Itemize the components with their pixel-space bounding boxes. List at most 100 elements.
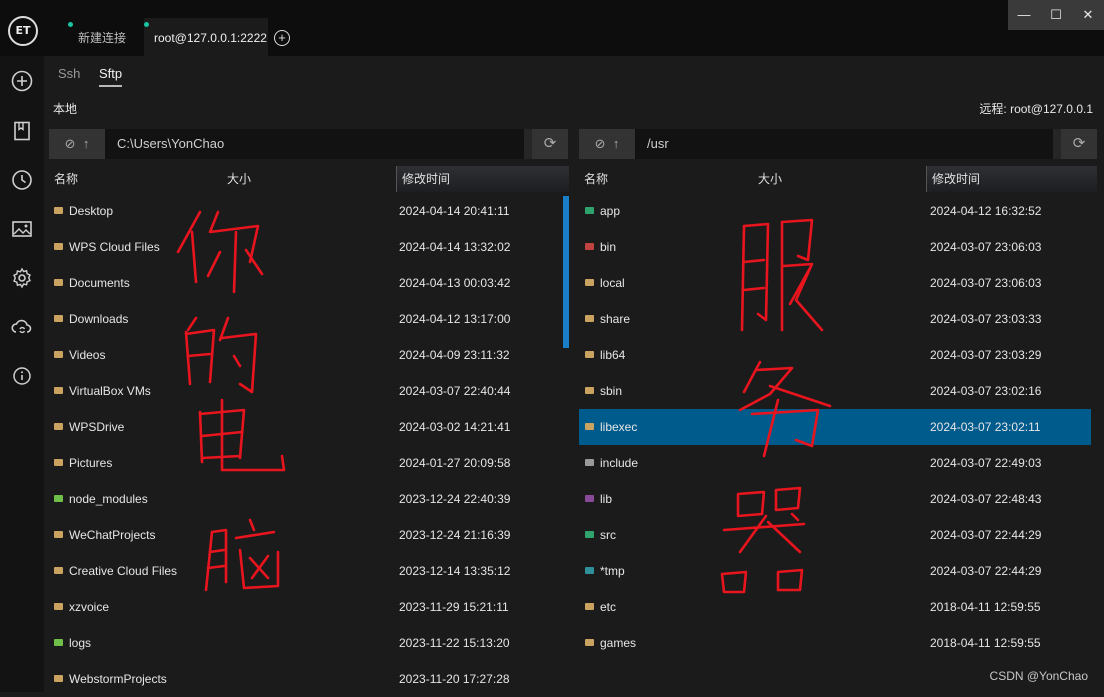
local-file-row[interactable]: Downloads 2024-04-12 13:17:00 xyxy=(48,301,561,337)
folder-icon xyxy=(585,279,594,286)
local-file-row[interactable]: Videos 2024-04-09 23:11:32 xyxy=(48,337,561,373)
remote-file-row[interactable]: etc 2018-04-11 12:59:55 xyxy=(579,589,1091,625)
file-modified-time: 2023-12-24 22:40:39 xyxy=(399,492,511,506)
add-icon[interactable] xyxy=(11,70,33,92)
remote-col-name[interactable]: 名称 xyxy=(584,166,608,192)
file-name: WPS Cloud Files xyxy=(69,240,160,254)
folder-icon xyxy=(585,423,594,430)
remote-file-row[interactable]: lib 2024-03-07 22:48:43 xyxy=(579,481,1091,517)
remote-col-time[interactable]: 修改时间 xyxy=(926,166,1097,192)
local-file-row[interactable]: WPSDrive 2024-03-02 14:21:41 xyxy=(48,409,561,445)
local-file-row[interactable]: xzvoice 2023-11-29 15:21:11 xyxy=(48,589,561,625)
maximize-button[interactable]: ☐ xyxy=(1040,0,1072,30)
remote-refresh-icon[interactable]: ⟳ xyxy=(1061,129,1097,159)
local-file-row[interactable]: logs 2023-11-22 15:13:20 xyxy=(48,625,561,661)
file-name: app xyxy=(600,204,621,218)
file-modified-time: 2024-03-02 14:21:41 xyxy=(399,420,511,434)
bookmark-icon[interactable] xyxy=(11,120,33,142)
file-name: sbin xyxy=(600,384,623,398)
file-modified-time: 2024-03-07 23:06:03 xyxy=(930,276,1042,290)
local-col-size[interactable]: 大小 xyxy=(227,166,251,192)
folder-icon xyxy=(585,315,594,322)
sidebar xyxy=(0,56,44,692)
go-up-icon[interactable]: ↑ xyxy=(613,136,620,151)
local-file-row[interactable]: Desktop 2024-04-14 20:41:11 xyxy=(48,193,561,229)
local-col-time[interactable]: 修改时间 xyxy=(396,166,569,192)
folder-icon xyxy=(585,567,594,574)
remote-file-row[interactable]: bin 2024-03-07 23:06:03 xyxy=(579,229,1091,265)
remote-file-row[interactable]: *tmp 2024-03-07 22:44:29 xyxy=(579,553,1091,589)
tab-new-connection[interactable]: 新建连接 xyxy=(68,18,152,56)
file-modified-time: 2024-03-07 22:44:29 xyxy=(930,528,1042,542)
local-file-row[interactable]: node_modules 2023-12-24 22:40:39 xyxy=(48,481,561,517)
sftp-main: Ssh Sftp 本地 远程: root@127.0.0.1 ⊘ ↑ C:\Us… xyxy=(44,56,1104,692)
folder-icon xyxy=(585,531,594,538)
tab-label: root@127.0.0.1:2222 xyxy=(154,31,267,45)
info-icon[interactable] xyxy=(11,365,33,387)
file-name: lib xyxy=(600,492,613,506)
cloud-sync-icon[interactable] xyxy=(11,316,33,338)
file-name: xzvoice xyxy=(69,600,110,614)
file-modified-time: 2024-03-07 22:44:29 xyxy=(930,564,1042,578)
remote-file-row[interactable]: games 2018-04-11 12:59:55 xyxy=(579,625,1091,661)
folder-icon xyxy=(585,387,594,394)
folder-icon xyxy=(54,423,63,430)
file-name: lib64 xyxy=(600,348,626,362)
file-modified-time: 2023-11-22 15:13:20 xyxy=(399,636,510,650)
file-name: src xyxy=(600,528,616,542)
remote-file-row[interactable]: sbin 2024-03-07 23:02:16 xyxy=(579,373,1091,409)
clock-icon[interactable] xyxy=(11,169,33,191)
folder-icon xyxy=(54,279,63,286)
file-name: local xyxy=(600,276,625,290)
tab-ssh[interactable]: Ssh xyxy=(58,66,80,81)
file-name: Desktop xyxy=(69,204,114,218)
connection-status-dot xyxy=(144,22,149,27)
image-icon[interactable] xyxy=(11,218,33,240)
tab-root-connection[interactable]: root@127.0.0.1:2222 xyxy=(144,18,268,56)
file-name: *tmp xyxy=(600,564,625,578)
connection-status-dot xyxy=(68,22,73,27)
folder-icon xyxy=(54,315,63,322)
remote-file-row[interactable]: libexec 2024-03-07 23:02:11 xyxy=(579,409,1091,445)
local-file-row[interactable]: VirtualBox VMs 2024-03-07 22:40:44 xyxy=(48,373,561,409)
file-modified-time: 2024-03-07 23:02:16 xyxy=(930,384,1042,398)
local-file-row[interactable]: Pictures 2024-01-27 20:09:58 xyxy=(48,445,561,481)
folder-icon xyxy=(585,207,594,214)
hide-hidden-files-icon[interactable]: ⊘ xyxy=(65,136,76,151)
remote-file-row[interactable]: local 2024-03-07 23:06:03 xyxy=(579,265,1091,301)
gear-icon[interactable] xyxy=(11,267,33,289)
remote-file-row[interactable]: src 2024-03-07 22:44:29 xyxy=(579,517,1091,553)
local-scrollbar[interactable] xyxy=(563,196,569,348)
local-file-row[interactable]: Creative Cloud Files 2023-12-14 13:35:12 xyxy=(48,553,561,589)
go-up-icon[interactable]: ↑ xyxy=(83,136,90,151)
local-file-row[interactable]: WeChatProjects 2023-12-24 21:16:39 xyxy=(48,517,561,553)
folder-icon xyxy=(54,351,63,358)
folder-icon xyxy=(585,459,594,466)
close-button[interactable]: ✕ xyxy=(1072,0,1104,30)
folder-icon xyxy=(54,603,63,610)
file-modified-time: 2018-04-11 12:59:55 xyxy=(930,600,1041,614)
file-modified-time: 2024-04-13 00:03:42 xyxy=(399,276,511,290)
remote-path-input[interactable]: /usr xyxy=(635,129,1053,159)
local-refresh-icon[interactable]: ⟳ xyxy=(532,129,568,159)
remote-col-size[interactable]: 大小 xyxy=(758,166,782,192)
file-name: bin xyxy=(600,240,617,254)
remote-file-row[interactable]: app 2024-04-12 16:32:52 xyxy=(579,193,1091,229)
file-modified-time: 2024-04-09 23:11:32 xyxy=(399,348,510,362)
file-modified-time: 2024-03-07 22:48:43 xyxy=(930,492,1042,506)
folder-icon xyxy=(54,639,63,646)
minimize-button[interactable]: — xyxy=(1008,0,1040,30)
local-col-name[interactable]: 名称 xyxy=(54,166,78,192)
tab-sftp[interactable]: Sftp xyxy=(99,66,123,87)
folder-icon xyxy=(54,243,63,250)
add-tab-icon[interactable]: + xyxy=(274,30,290,46)
remote-file-row[interactable]: share 2024-03-07 23:03:33 xyxy=(579,301,1091,337)
local-file-row[interactable]: WPS Cloud Files 2024-04-14 13:32:02 xyxy=(48,229,561,265)
remote-file-row[interactable]: lib64 2024-03-07 23:03:29 xyxy=(579,337,1091,373)
remote-file-row[interactable]: include 2024-03-07 22:49:03 xyxy=(579,445,1091,481)
hide-hidden-files-icon[interactable]: ⊘ xyxy=(595,136,606,151)
local-file-row[interactable]: Documents 2024-04-13 00:03:42 xyxy=(48,265,561,301)
file-modified-time: 2018-04-11 12:59:55 xyxy=(930,636,1041,650)
app-logo: ET xyxy=(8,16,38,46)
local-path-input[interactable]: C:\Users\YonChao xyxy=(105,129,524,159)
